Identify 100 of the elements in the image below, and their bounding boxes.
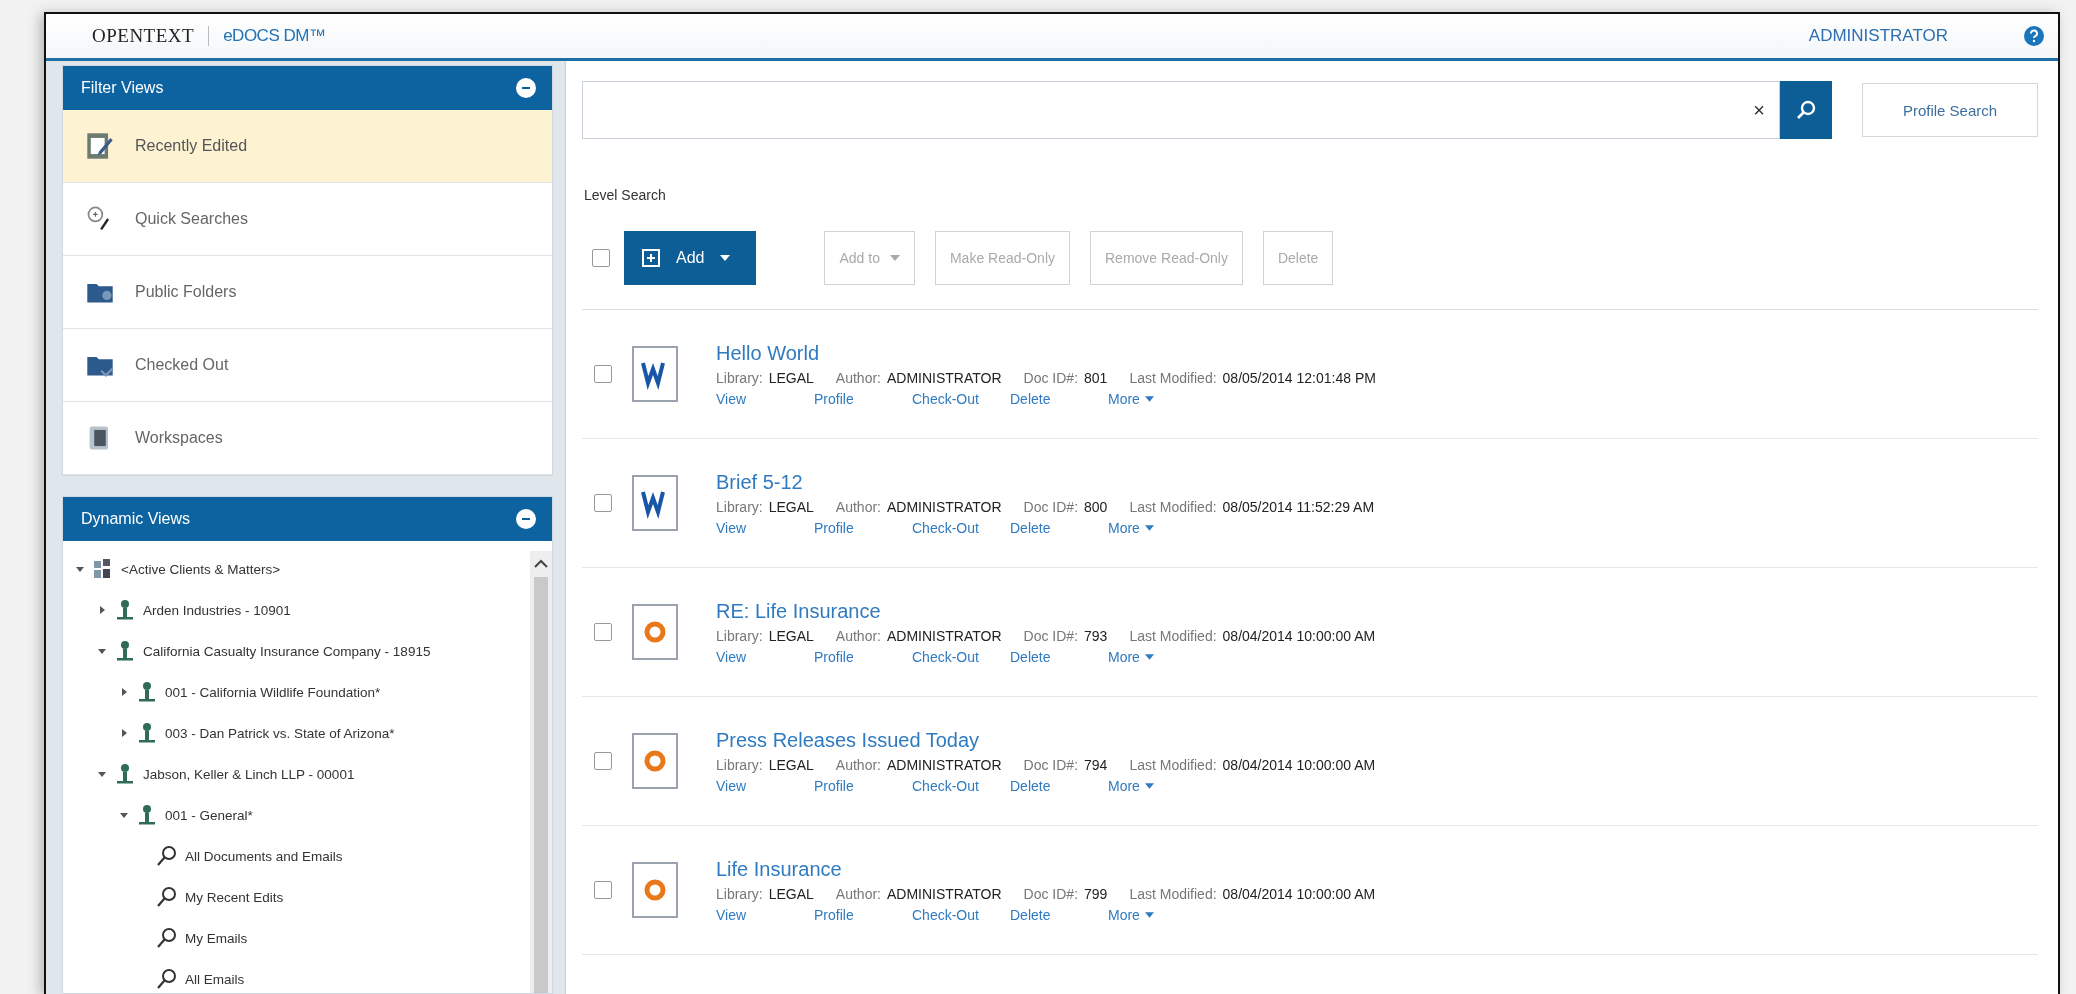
meta-label: Library: — [716, 885, 763, 902]
filter-view-item[interactable]: Public Folders — [63, 256, 552, 329]
plus-icon — [642, 249, 660, 267]
author-value: ADMINISTRATOR — [886, 369, 1002, 386]
document-action-link[interactable]: Check-Out — [912, 648, 979, 665]
document-action-link[interactable]: Delete — [1010, 390, 1051, 407]
row-checkbox[interactable] — [594, 365, 612, 383]
document-action-link[interactable]: Profile — [814, 906, 854, 923]
row-checkbox[interactable] — [594, 881, 612, 899]
document-action-link[interactable]: More — [1108, 648, 1140, 665]
doc-id-value: 799 — [1084, 885, 1108, 902]
add-button[interactable]: Add — [624, 231, 757, 285]
help-icon[interactable] — [2024, 26, 2044, 46]
meta-label: Library: — [716, 369, 763, 386]
modified-date-value: 08/05/2014 12:01:48 PM — [1222, 369, 1376, 386]
clear-button[interactable]: × — [1753, 98, 1765, 122]
search-button[interactable] — [1780, 81, 1832, 139]
row-checkbox[interactable] — [594, 623, 612, 641]
collapsed-arrow-icon[interactable] — [119, 728, 129, 738]
caret-icon[interactable] — [1144, 782, 1154, 789]
filter-view-item[interactable]: Recently Edited — [63, 110, 552, 183]
caret-icon[interactable] — [1144, 653, 1154, 660]
expanded-arrow-icon[interactable] — [97, 646, 107, 656]
tree-item[interactable]: My Emails — [185, 930, 248, 946]
expanded-arrow-icon[interactable] — [75, 564, 85, 574]
collapsed-arrow-icon[interactable] — [119, 687, 129, 697]
filter-view-item[interactable]: Quick Searches — [63, 183, 552, 256]
document-action-link[interactable]: View — [716, 906, 747, 923]
document-title-link[interactable]: Brief 5-12 — [716, 470, 1397, 494]
product-name: eDOCS DM™ — [223, 26, 326, 46]
filter-view-item[interactable]: Checked Out — [63, 329, 552, 402]
search-field[interactable]: × — [582, 81, 1780, 139]
tree-item[interactable]: <Active Clients & Matters> — [121, 561, 281, 577]
document-title-link[interactable]: Press Releases Issued Today — [716, 728, 1398, 752]
meta-label: Last Modified: — [1129, 627, 1217, 644]
document-action-link[interactable]: Delete — [1010, 906, 1051, 923]
document-action-link[interactable]: Delete — [1010, 519, 1051, 536]
tree-item[interactable]: Arden Industries - 10901 — [143, 602, 291, 618]
panel-header[interactable]: Dynamic Views — [63, 497, 552, 541]
meta-label: Author: — [835, 369, 881, 386]
document-action-link[interactable]: View — [716, 519, 747, 536]
tree-item[interactable]: 001 - General* — [165, 807, 253, 823]
panel-header[interactable]: Filter Views — [63, 66, 552, 110]
meta-label: Author: — [835, 498, 881, 515]
doc-id-value: 794 — [1084, 756, 1108, 773]
document-action-link[interactable]: View — [716, 648, 747, 665]
caret-icon[interactable] — [1144, 395, 1154, 402]
document-action-link[interactable]: Check-Out — [912, 390, 979, 407]
collapse-icon[interactable] — [516, 509, 536, 529]
author-value: ADMINISTRATOR — [886, 627, 1002, 644]
user-name[interactable]: ADMINISTRATOR — [1808, 26, 1948, 46]
document-title-link[interactable]: Life Insurance — [716, 857, 1398, 881]
document-action-link[interactable]: Profile — [814, 390, 854, 407]
tree-item[interactable]: All Emails — [185, 971, 245, 987]
select-all-checkbox[interactable] — [592, 249, 610, 267]
document-action-link[interactable]: More — [1108, 519, 1140, 536]
document-action-link[interactable]: Profile — [814, 777, 854, 794]
document-action-link[interactable]: View — [716, 777, 747, 794]
scroll-thumb[interactable] — [534, 577, 548, 993]
tree-item[interactable]: 001 - California Wildlife Foundation* — [165, 684, 381, 700]
document-action-link[interactable]: More — [1108, 906, 1140, 923]
document-action-link[interactable]: Profile — [814, 648, 854, 665]
meta-label: Last Modified: — [1129, 885, 1217, 902]
row-checkbox[interactable] — [594, 494, 612, 512]
meta-label: Author: — [835, 885, 881, 902]
library-value: LEGAL — [768, 885, 814, 902]
document-action-link[interactable]: View — [716, 390, 747, 407]
collapse-icon[interactable] — [516, 78, 536, 98]
expanded-arrow-icon[interactable] — [97, 769, 107, 779]
library-value: LEGAL — [768, 627, 814, 644]
document-action-link[interactable]: Profile — [814, 519, 854, 536]
search-icon — [155, 844, 179, 868]
document-action-link[interactable]: Delete — [1010, 777, 1051, 794]
tree-item[interactable]: All Documents and Emails — [185, 848, 343, 864]
scrollbar[interactable] — [530, 551, 552, 993]
document-title-link[interactable]: Hello World — [716, 341, 1398, 365]
profile-search-button[interactable]: Profile Search — [1862, 83, 2038, 137]
document-title-link[interactable]: RE: Life Insurance — [716, 599, 1398, 623]
tree-item[interactable]: My Recent Edits — [185, 889, 284, 905]
expanded-arrow-icon[interactable] — [119, 810, 129, 820]
document-action-link[interactable]: Check-Out — [912, 519, 979, 536]
doc-id-value: 793 — [1084, 627, 1108, 644]
meta-label: Doc ID#: — [1023, 369, 1079, 386]
tree-item[interactable]: Jabson, Keller & Linch LLP - 00001 — [143, 766, 355, 782]
caret-icon[interactable] — [1144, 911, 1154, 918]
document-action-link[interactable]: Check-Out — [912, 906, 979, 923]
document-action-link[interactable]: Delete — [1010, 648, 1051, 665]
collapsed-arrow-icon[interactable] — [97, 605, 107, 615]
document-action-link[interactable]: More — [1108, 390, 1140, 407]
filter-view-item[interactable]: Workspaces — [63, 402, 552, 475]
caret-icon[interactable] — [1144, 524, 1154, 531]
meta-label: Last Modified: — [1129, 498, 1217, 515]
tree-item[interactable]: California Casualty Insurance Company - 18915 — [143, 643, 431, 659]
word-document-icon — [632, 475, 678, 531]
scroll-up-icon[interactable] — [534, 559, 548, 569]
document-action-link[interactable]: More — [1108, 777, 1140, 794]
meta-label: Doc ID#: — [1023, 885, 1079, 902]
tree-item[interactable]: 003 - Dan Patrick vs. State of Arizona* — [165, 725, 395, 741]
row-checkbox[interactable] — [594, 752, 612, 770]
document-action-link[interactable]: Check-Out — [912, 777, 979, 794]
